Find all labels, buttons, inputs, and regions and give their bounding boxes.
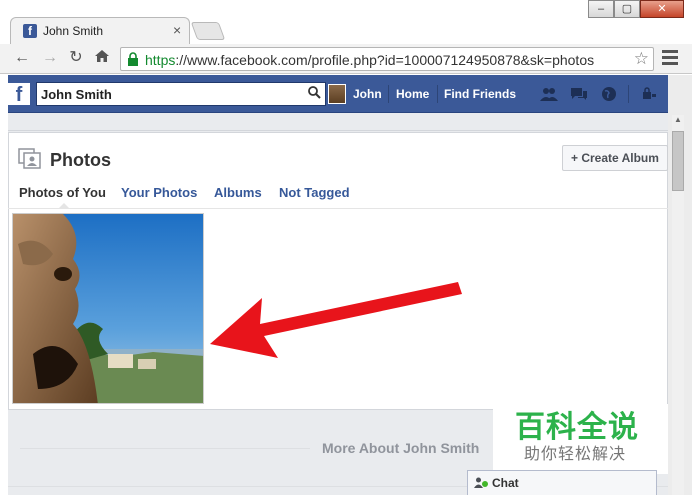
nav-home-link[interactable]: Home	[396, 87, 429, 101]
facebook-search-box[interactable]	[36, 82, 326, 106]
online-status-dot	[482, 481, 488, 487]
url-rest: ://www.facebook.com/profile.php?id=10000…	[175, 52, 595, 68]
scrollbar-thumb[interactable]	[672, 131, 684, 191]
tabs-divider	[8, 208, 668, 209]
bookmark-star-icon[interactable]: ☆	[634, 49, 649, 69]
address-bar[interactable]: https://www.facebook.com/profile.php?id=…	[120, 47, 654, 71]
active-tab-caret	[58, 203, 70, 209]
photos-title: Photos	[50, 150, 111, 170]
browser-toolbar: ← → ↻ https://www.facebook.com/profile.p…	[0, 44, 692, 74]
facebook-favicon-icon: f	[23, 24, 37, 38]
watermark-subtitle: 助你轻松解决	[524, 444, 627, 463]
nav-divider	[388, 85, 389, 103]
messages-icon[interactable]	[570, 86, 588, 102]
nav-find-friends-link[interactable]: Find Friends	[444, 87, 516, 101]
scrollbar[interactable]	[672, 115, 684, 495]
forward-arrow-icon[interactable]: →	[40, 48, 60, 68]
facebook-logo-icon[interactable]: f	[8, 83, 30, 106]
reload-icon[interactable]: ↻	[66, 48, 86, 68]
facebook-blue-bar: f John Home Find Friends	[8, 75, 668, 113]
window-controls: – ▢ ✕	[588, 0, 684, 18]
scroll-up-arrow-icon[interactable]: ▲	[672, 115, 684, 129]
nav-user-link[interactable]: John	[353, 87, 382, 101]
chat-label: Chat	[492, 476, 519, 490]
back-arrow-icon[interactable]: ←	[12, 48, 32, 68]
nav-divider	[437, 85, 438, 103]
url-scheme: https	[145, 52, 176, 68]
tab-title: John Smith	[43, 24, 104, 38]
photo-thumbnail[interactable]	[12, 213, 204, 404]
maximize-button[interactable]: ▢	[614, 0, 640, 18]
url-text: https://www.facebook.com/profile.php?id=…	[145, 52, 594, 68]
avatar[interactable]	[328, 84, 346, 104]
red-arrow-annotation	[210, 282, 462, 358]
cover-strip	[8, 113, 668, 131]
minimize-button[interactable]: –	[588, 0, 614, 18]
tab-photos-of-you[interactable]: Photos of You	[19, 185, 106, 200]
tab-your-photos[interactable]: Your Photos	[121, 185, 197, 200]
search-input[interactable]	[37, 83, 297, 105]
friend-requests-icon[interactable]	[540, 86, 558, 102]
tab-close-icon[interactable]: ×	[173, 22, 181, 38]
more-about-heading: More About John Smith	[322, 440, 480, 456]
menu-icon[interactable]	[662, 50, 678, 68]
lock-icon	[128, 52, 138, 66]
close-window-button[interactable]: ✕	[640, 0, 684, 18]
nav-divider	[628, 85, 629, 103]
home-icon[interactable]	[92, 48, 112, 68]
search-icon[interactable]	[308, 86, 321, 102]
notifications-globe-icon[interactable]	[600, 86, 618, 102]
browser-tab[interactable]: f John Smith ×	[10, 17, 190, 45]
create-album-button[interactable]: + Create Album	[562, 145, 668, 171]
tab-not-tagged[interactable]: Not Tagged	[279, 185, 350, 200]
section-divider-line	[20, 448, 310, 449]
photos-section-icon	[18, 148, 41, 169]
privacy-shortcuts-icon[interactable]	[640, 86, 658, 102]
tab-albums[interactable]: Albums	[214, 185, 262, 200]
chat-bar[interactable]: Chat	[467, 470, 657, 495]
